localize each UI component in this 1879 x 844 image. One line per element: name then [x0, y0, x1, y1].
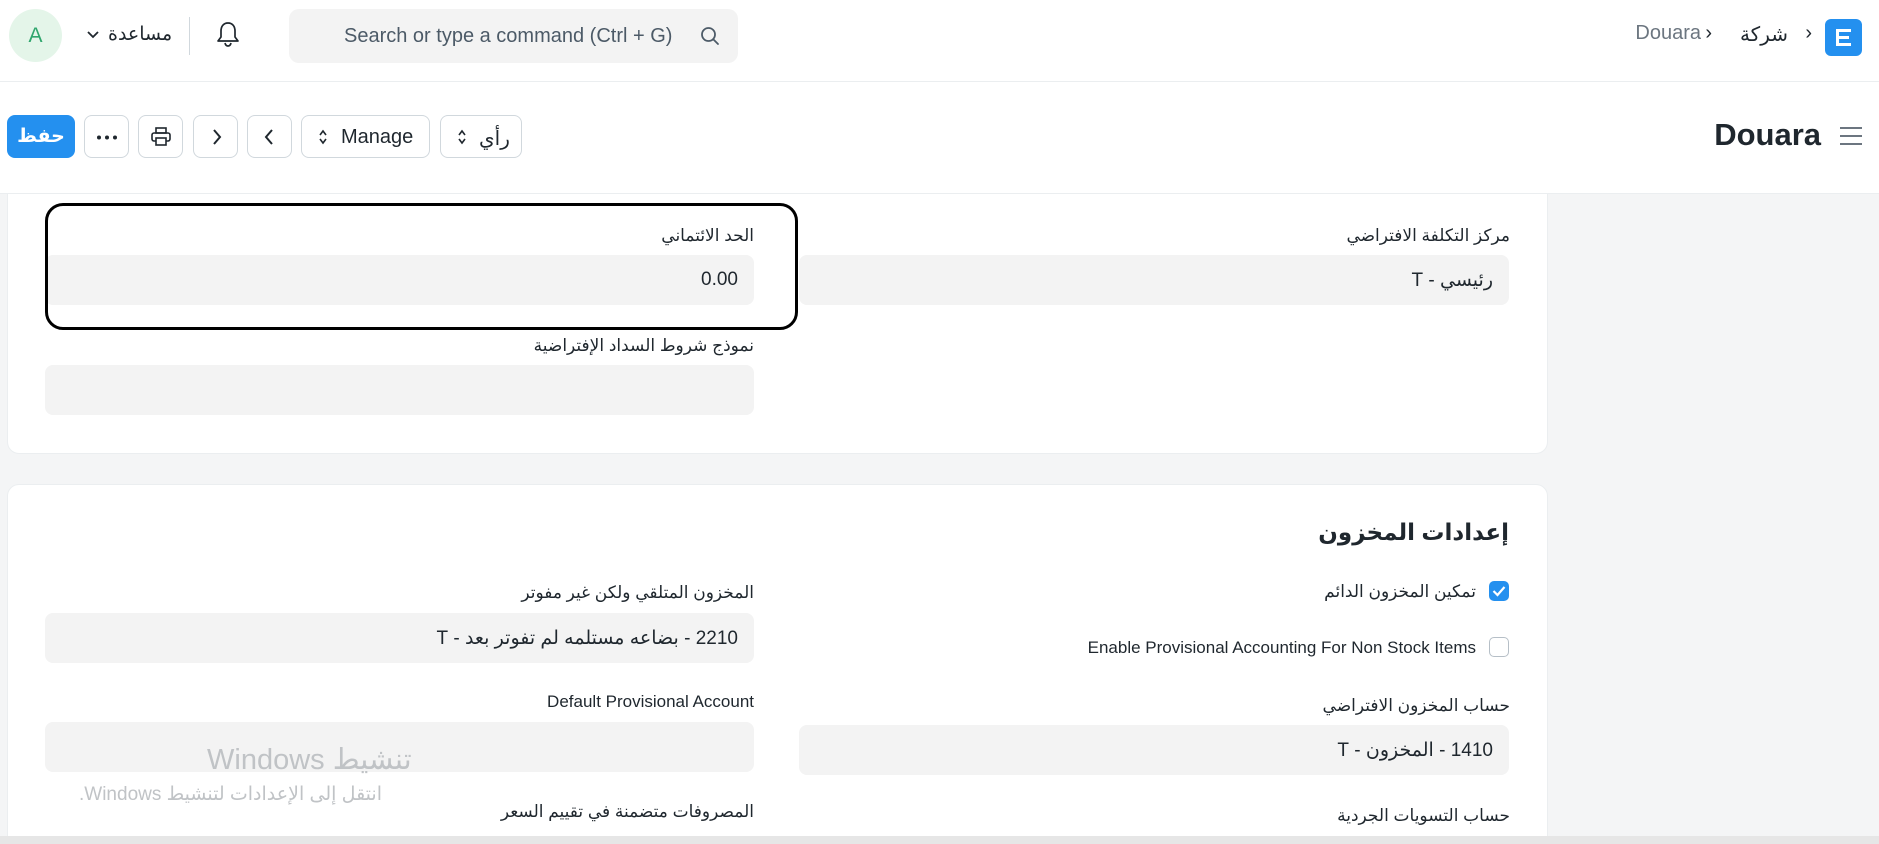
- chevron-left-icon: [264, 129, 273, 145]
- top-navbar: › شركة › Douara Search or type a command…: [0, 0, 1879, 82]
- stock-received-not-billed-value: 2210 - بضاعه مستلمه لم تفوتر بعد - T: [436, 628, 738, 649]
- ellipsis-icon: [97, 135, 117, 140]
- default-inventory-account-value: 1410 - المخزون - T: [1337, 740, 1493, 761]
- erpnext-logo-glyph: [1836, 29, 1851, 46]
- provisional-accounting-label[interactable]: Enable Provisional Accounting For Non St…: [1088, 638, 1476, 658]
- print-button[interactable]: [138, 115, 183, 158]
- default-inventory-account-field[interactable]: 1410 - المخزون - T: [799, 725, 1509, 775]
- notification-bell-icon[interactable]: [215, 20, 241, 48]
- view-dropdown-button[interactable]: رأي: [440, 115, 522, 158]
- breadcrumb-company[interactable]: شركة: [1740, 22, 1788, 47]
- default-provisional-account-label: Default Provisional Account: [547, 692, 754, 711]
- windows-activation-title: تنشيط Windows: [207, 744, 412, 776]
- sidebar-toggle-icon[interactable]: [1839, 126, 1863, 146]
- expenses-in-valuation-label: المصروفات متضمنة في تقييم السعر: [500, 802, 754, 821]
- page-head: Douara رأي Manage حفظ: [0, 82, 1879, 194]
- search-input[interactable]: Search or type a command (Ctrl + G): [344, 25, 672, 48]
- payment-terms-template-label: نموذج شروط السداد الإفتراضية: [533, 336, 754, 355]
- breadcrumb-chevron-icon: ›: [1805, 22, 1812, 44]
- chevron-down-icon[interactable]: [87, 31, 99, 39]
- help-dropdown[interactable]: مساعدة: [108, 23, 172, 46]
- stock-received-not-billed-field[interactable]: 2210 - بضاعه مستلمه لم تفوتر بعد - T: [45, 613, 754, 663]
- payment-terms-template-field[interactable]: [45, 365, 754, 415]
- printer-icon: [151, 127, 171, 146]
- sort-arrows-icon: [319, 129, 327, 145]
- manage-dropdown-button[interactable]: Manage: [301, 115, 430, 158]
- sort-arrows-icon: [458, 129, 466, 145]
- app-logo-icon[interactable]: [1825, 19, 1862, 56]
- search-icon: [701, 27, 719, 45]
- windows-activation-subtitle: انتقل إلى الإعدادات لتنشيط Windows.: [79, 784, 382, 805]
- page-title: Douara: [1714, 117, 1821, 152]
- highlight-annotation: [45, 203, 798, 330]
- default-cost-center-value: رئيسي - T: [1411, 270, 1493, 291]
- manage-button-label: Manage: [341, 126, 414, 148]
- stock-adjustment-account-label: حساب التسويات الجردية: [1337, 806, 1510, 825]
- perpetual-inventory-checkbox[interactable]: [1489, 581, 1509, 601]
- more-actions-button[interactable]: [84, 115, 129, 158]
- awesomebar-search[interactable]: Search or type a command (Ctrl + G): [289, 9, 738, 63]
- stock-received-not-billed-label: المخزون المتلقي ولكن غير مفوتر: [521, 583, 754, 602]
- next-doc-button[interactable]: [193, 115, 238, 158]
- save-button[interactable]: حفظ: [7, 115, 75, 158]
- chevron-right-icon: [213, 129, 222, 145]
- stock-settings-heading: إعدادات المخزون: [1318, 519, 1509, 545]
- default-cost-center-label: مركز التكلفة الافتراضي: [1346, 226, 1510, 245]
- provisional-accounting-checkbox[interactable]: [1489, 637, 1509, 657]
- perpetual-inventory-label[interactable]: تمكين المخزون الدائم: [1324, 582, 1476, 602]
- default-inventory-account-label: حساب المخزون الافتراضي: [1322, 696, 1510, 715]
- breadcrumb-chevron-icon: ›: [1705, 22, 1712, 44]
- previous-doc-button[interactable]: [247, 115, 292, 158]
- default-cost-center-field[interactable]: رئيسي - T: [799, 255, 1509, 305]
- navbar-divider: [189, 17, 190, 55]
- breadcrumb-current[interactable]: Douara: [1635, 22, 1701, 45]
- view-button-label: رأي: [479, 128, 510, 150]
- user-avatar[interactable]: A: [9, 9, 62, 62]
- horizontal-scrollbar[interactable]: [0, 836, 1879, 844]
- checkmark-icon: [1492, 586, 1506, 597]
